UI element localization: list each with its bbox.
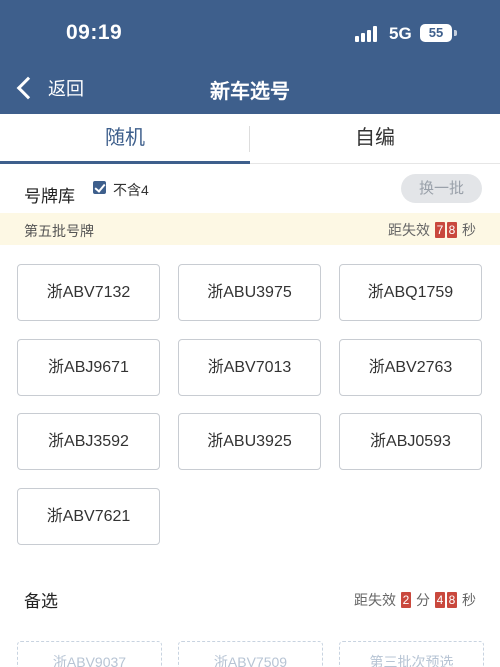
alternate-plate[interactable]: 浙ABV7509 <box>178 641 323 667</box>
battery-tip <box>454 30 457 36</box>
signal-icon <box>355 26 381 42</box>
batch-countdown: 距失效 7 8 秒 <box>388 220 476 240</box>
countdown-prefix: 距失效 <box>354 592 396 608</box>
library-title: 号牌库 <box>24 187 75 206</box>
countdown-digit: 4 <box>435 592 445 608</box>
alternates-countdown: 距失效 2 分 4 8 秒 <box>354 590 476 610</box>
countdown-digit: 2 <box>401 592 411 608</box>
plate-option[interactable]: 浙ABJ0593 <box>339 413 482 470</box>
tab-custom[interactable]: 自编 <box>250 114 500 164</box>
countdown-minutes-unit: 分 <box>416 592 430 608</box>
plate-option[interactable]: 浙ABU3975 <box>178 264 321 321</box>
alternate-plate[interactable]: 第三批次预选 <box>339 641 484 667</box>
change-batch-button[interactable]: 换一批 <box>401 174 482 203</box>
countdown-digit: 7 <box>435 222 445 238</box>
countdown-suffix: 秒 <box>462 222 476 238</box>
app-header: 09:19 5G 55 返回 新车选号 <box>0 0 500 114</box>
alternate-plate[interactable]: 浙ABV9037 <box>17 641 162 667</box>
alternates-header: 备选 距失效 2 分 4 8 秒 <box>0 585 500 615</box>
plate-option[interactable]: 浙ABV7013 <box>178 339 321 396</box>
nav-bar: 返回 新车选号 <box>0 66 500 114</box>
plate-option[interactable]: 浙ABJ3592 <box>17 413 160 470</box>
tab-random[interactable]: 随机 <box>0 114 250 164</box>
batch-label: 第五批号牌 <box>24 223 94 239</box>
tab-bar: 随机 自编 <box>0 114 500 164</box>
countdown-prefix: 距失效 <box>388 222 430 238</box>
plate-option[interactable]: 浙ABV2763 <box>339 339 482 396</box>
plate-option[interactable]: 浙ABV7132 <box>17 264 160 321</box>
plate-option[interactable]: 浙ABJ9671 <box>17 339 160 396</box>
countdown-seconds-unit: 秒 <box>462 592 476 608</box>
batch-banner: 第五批号牌 距失效 7 8 秒 <box>0 213 500 245</box>
plate-option[interactable]: 浙ABQ1759 <box>339 264 482 321</box>
plate-option[interactable]: 浙ABV7621 <box>17 488 160 545</box>
exclude-4-label[interactable]: 不含4 <box>113 180 149 200</box>
countdown-digit: 8 <box>447 592 457 608</box>
page-title: 新车选号 <box>210 81 290 103</box>
plate-option[interactable]: 浙ABU3925 <box>178 413 321 470</box>
status-time: 09:19 <box>66 21 123 44</box>
countdown-digit: 8 <box>447 222 457 238</box>
status-bar: 09:19 5G 55 <box>0 0 500 66</box>
network-type: 5G <box>389 24 412 43</box>
battery-icon: 55 <box>420 24 452 42</box>
alternates-title: 备选 <box>24 592 58 611</box>
exclude-4-checkbox[interactable] <box>93 181 106 194</box>
